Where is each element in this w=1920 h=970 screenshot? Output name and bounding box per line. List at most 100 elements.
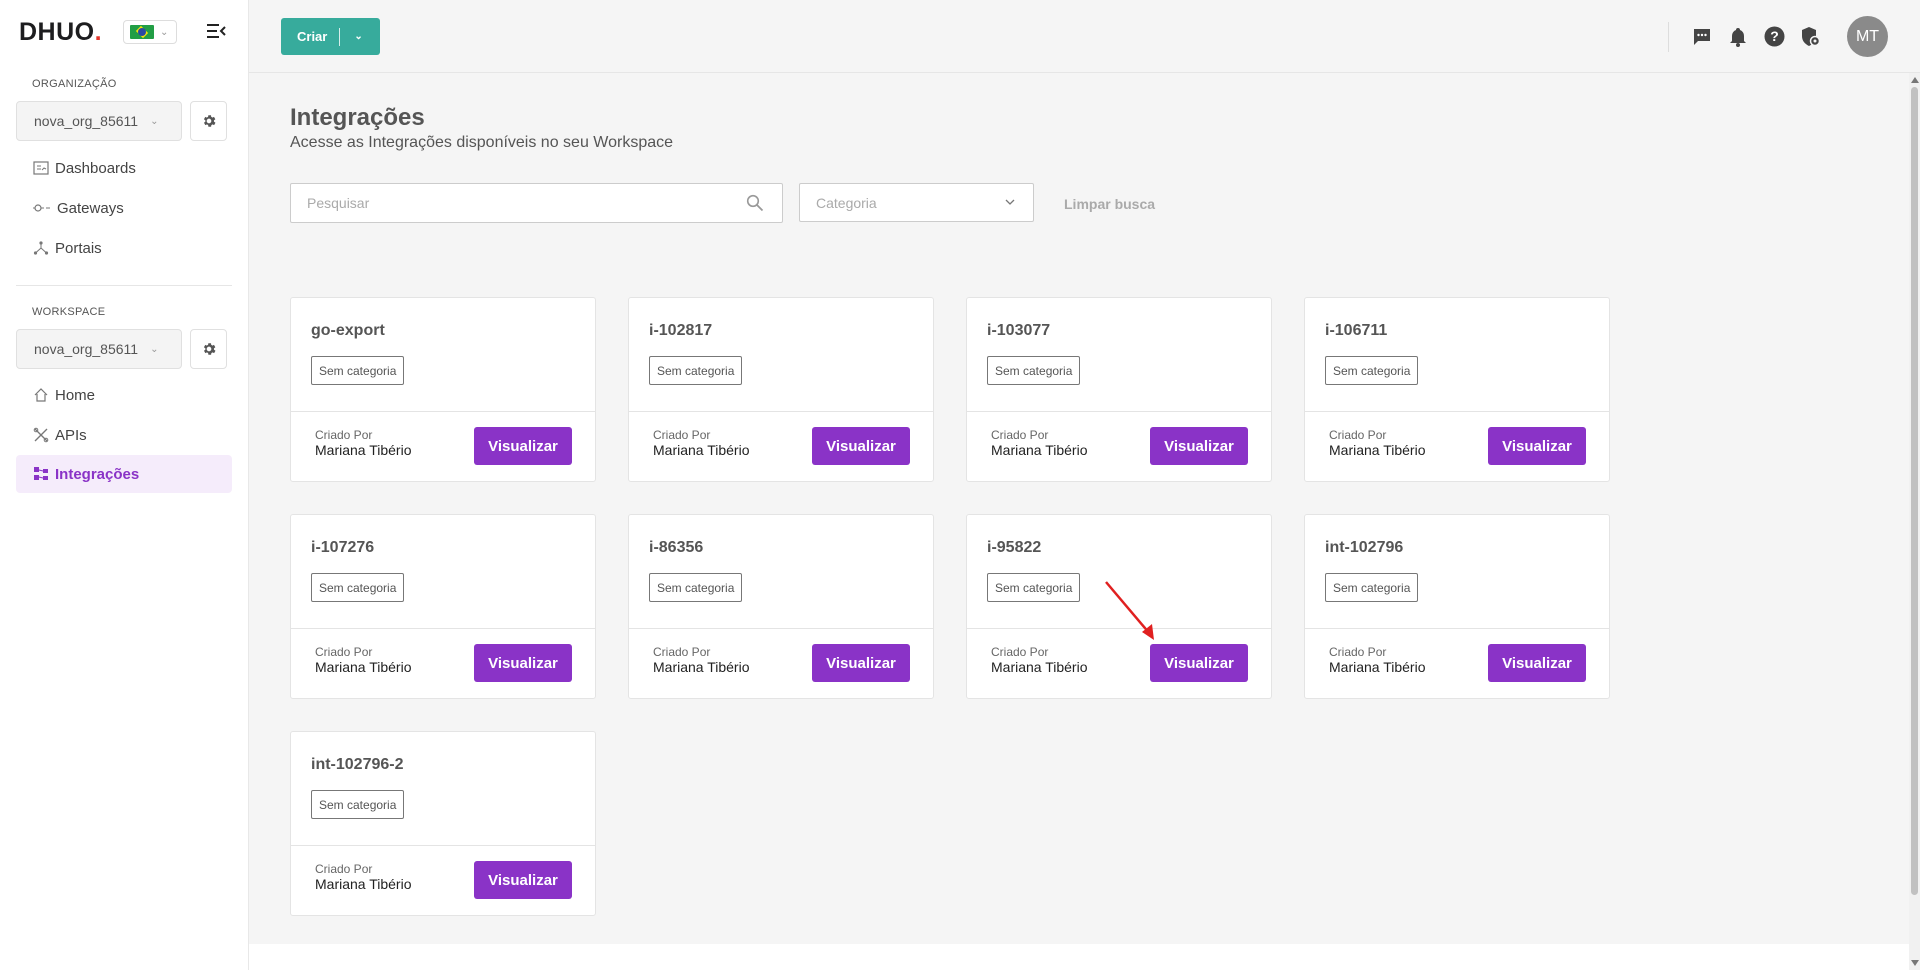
- created-by-value: Mariana Tibério: [653, 442, 750, 458]
- chevron-down-icon[interactable]: ⌄: [340, 31, 362, 42]
- view-button[interactable]: Visualizar: [1488, 427, 1586, 465]
- workspace-label: WORKSPACE: [32, 306, 106, 318]
- integration-card: i-95822 Sem categoria Criado Por Mariana…: [966, 514, 1272, 699]
- nav-integracoes[interactable]: Integrações: [16, 455, 232, 493]
- view-button[interactable]: Visualizar: [474, 427, 572, 465]
- view-button[interactable]: Visualizar: [1150, 427, 1248, 465]
- created-by-value: Mariana Tibério: [653, 659, 750, 675]
- search-field[interactable]: [290, 183, 783, 223]
- view-button[interactable]: Visualizar: [1488, 644, 1586, 682]
- category-badge: Sem categoria: [1325, 573, 1419, 602]
- organization-value: nova_org_85611: [34, 113, 139, 129]
- category-badge: Sem categoria: [649, 573, 743, 602]
- chevron-down-icon: [1005, 199, 1015, 205]
- category-badge: Sem categoria: [649, 356, 743, 385]
- top-bar: Criar ⌄ ? MT: [249, 0, 1920, 73]
- created-by-label: Criado Por: [991, 428, 1049, 442]
- search-input[interactable]: [307, 195, 737, 211]
- integration-name: i-106711: [1325, 322, 1388, 339]
- nav-apis[interactable]: APIs: [16, 416, 232, 454]
- integration-name: int-102796: [1325, 539, 1404, 556]
- scroll-thumb[interactable]: [1911, 87, 1918, 895]
- page-header: Integrações Acesse as Integrações dispon…: [249, 73, 1909, 258]
- scroll-up-arrow-icon[interactable]: [1911, 77, 1919, 83]
- category-badge: Sem categoria: [311, 573, 405, 602]
- nav-label: Dashboards: [55, 159, 136, 177]
- home-icon: [34, 388, 48, 402]
- nav-label: Portais: [55, 239, 102, 257]
- vertical-scrollbar[interactable]: [1909, 73, 1920, 970]
- user-avatar[interactable]: MT: [1847, 16, 1888, 57]
- clear-search-link[interactable]: Limpar busca: [1064, 196, 1155, 212]
- created-by-label: Criado Por: [315, 428, 373, 442]
- top-separator: [1668, 21, 1669, 52]
- organization-settings-button[interactable]: [190, 101, 227, 141]
- integration-card: int-102796 Sem categoria Criado Por Mari…: [1304, 514, 1610, 699]
- category-badge: Sem categoria: [1325, 356, 1419, 385]
- created-by-label: Criado Por: [315, 862, 373, 876]
- created-by-label: Criado Por: [1329, 645, 1387, 659]
- chevron-down-icon: ⌄: [160, 26, 169, 38]
- gateway-icon: [33, 204, 50, 212]
- create-label: Criar: [297, 29, 328, 44]
- integration-name: int-102796-2: [311, 756, 404, 773]
- integration-name: i-103077: [987, 322, 1051, 339]
- integration-card: int-102796-2 Sem categoria Criado Por Ma…: [290, 731, 596, 916]
- created-by-value: Mariana Tibério: [1329, 659, 1426, 675]
- nav-portais[interactable]: Portais: [16, 229, 232, 267]
- chevron-down-icon: ⌄: [150, 343, 159, 355]
- category-select[interactable]: Categoria: [799, 183, 1034, 222]
- created-by-label: Criado Por: [1329, 428, 1387, 442]
- workspace-settings-button[interactable]: [190, 329, 227, 369]
- view-button[interactable]: Visualizar: [812, 427, 910, 465]
- workspace-select[interactable]: nova_org_85611 ⌄: [16, 329, 182, 369]
- integration-card: i-103077 Sem categoria Criado Por Marian…: [966, 297, 1272, 482]
- shield-settings-icon[interactable]: [1799, 26, 1821, 48]
- card-divider: [967, 411, 1271, 412]
- created-by-value: Mariana Tibério: [315, 442, 412, 458]
- view-button[interactable]: Visualizar: [812, 644, 910, 682]
- integration-card: i-106711 Sem categoria Criado Por Marian…: [1304, 297, 1610, 482]
- bell-icon[interactable]: [1727, 26, 1749, 48]
- nav-gateways[interactable]: Gateways: [16, 189, 232, 227]
- view-button[interactable]: Visualizar: [474, 861, 572, 899]
- nav-label: Home: [55, 386, 96, 404]
- integration-name: i-107276: [311, 539, 375, 556]
- scroll-down-arrow-icon[interactable]: [1911, 960, 1919, 966]
- dashboard-icon: [33, 161, 49, 175]
- create-button[interactable]: Criar ⌄: [281, 18, 380, 55]
- create-separator: [339, 27, 341, 46]
- nav-dashboards[interactable]: Dashboards: [16, 149, 232, 187]
- card-divider: [1305, 628, 1609, 629]
- category-badge: Sem categoria: [987, 573, 1081, 602]
- created-by-label: Criado Por: [653, 428, 711, 442]
- created-by-label: Criado Por: [653, 645, 711, 659]
- integration-card: i-102817 Sem categoria Criado Por Marian…: [628, 297, 934, 482]
- created-by-value: Mariana Tibério: [315, 659, 412, 675]
- collapse-menu-icon[interactable]: [205, 20, 227, 42]
- workspace-value: nova_org_85611: [34, 341, 139, 357]
- created-by-value: Mariana Tibério: [315, 876, 412, 892]
- created-by-value: Mariana Tibério: [991, 659, 1088, 675]
- created-by-label: Criado Por: [991, 645, 1049, 659]
- integration-card: go-export Sem categoria Criado Por Maria…: [290, 297, 596, 482]
- dhuo-logo[interactable]: DHUO.: [19, 18, 102, 47]
- help-icon[interactable]: ?: [1763, 26, 1785, 48]
- category-placeholder: Categoria: [816, 194, 877, 211]
- card-divider: [629, 411, 933, 412]
- nav-home[interactable]: Home: [16, 376, 232, 414]
- view-button[interactable]: Visualizar: [1150, 644, 1248, 682]
- integration-card: i-107276 Sem categoria Criado Por Marian…: [290, 514, 596, 699]
- nav-label: Gateways: [57, 199, 124, 217]
- nav-label: APIs: [55, 426, 87, 444]
- sidebar: DHUO. ⌄ ORGANIZAÇÃO nova_org_85611 ⌄ Das…: [0, 0, 249, 970]
- organization-select[interactable]: nova_org_85611 ⌄: [16, 101, 182, 141]
- search-icon[interactable]: [746, 194, 764, 212]
- card-divider: [967, 628, 1271, 629]
- view-button[interactable]: Visualizar: [474, 644, 572, 682]
- card-divider: [291, 845, 595, 846]
- card-divider: [291, 628, 595, 629]
- sidebar-divider: [16, 285, 232, 286]
- language-select[interactable]: ⌄: [123, 20, 177, 44]
- chat-icon[interactable]: [1691, 26, 1713, 48]
